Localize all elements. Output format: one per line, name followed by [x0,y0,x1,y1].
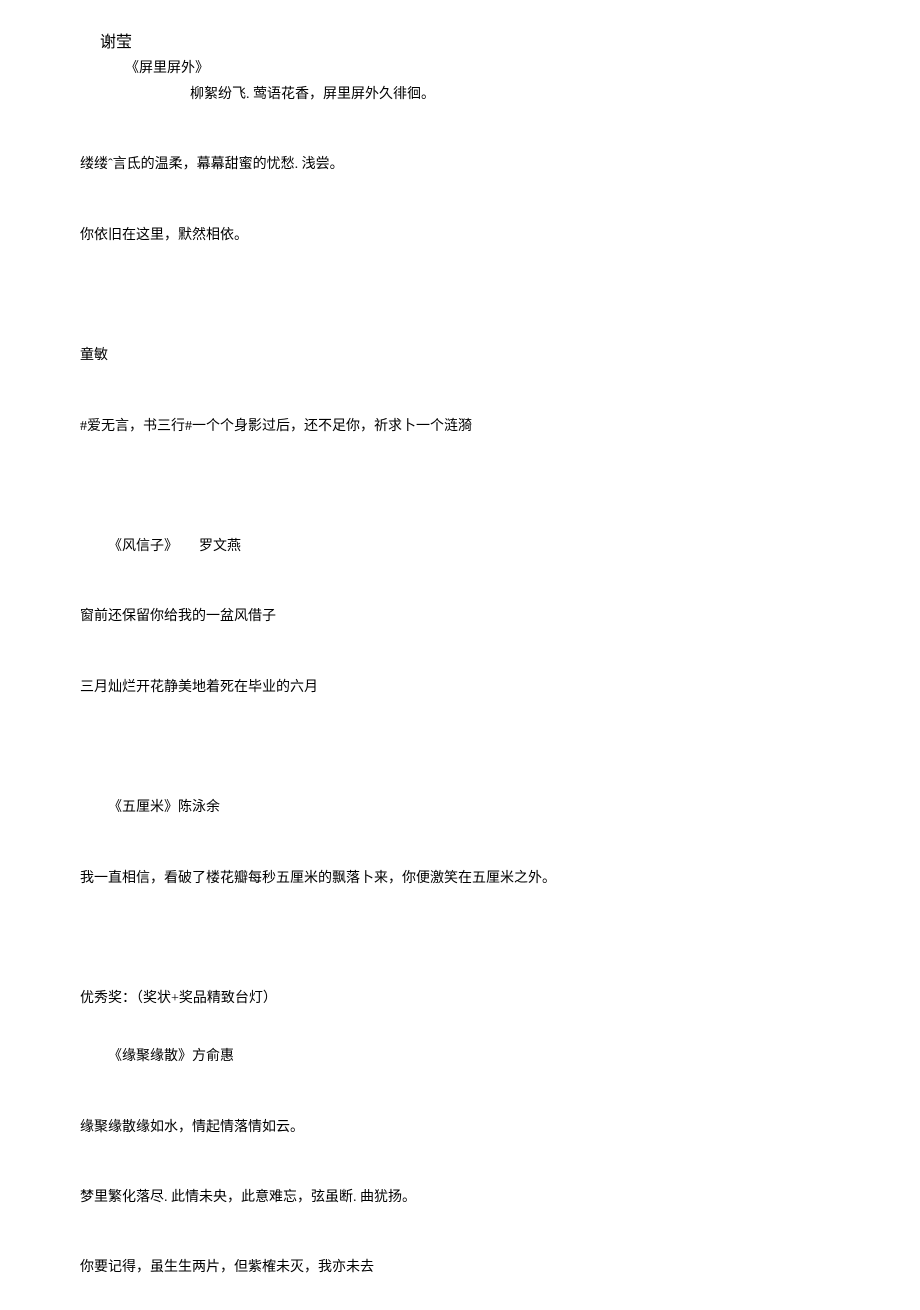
poem3-line2: 三月灿烂开花静美地着死在毕业的六月 [80,677,840,699]
poem3-line1: 窗前还保留你给我的一盆风借子 [80,606,840,628]
poem3-title-author: 《风信子》 罗文燕 [80,536,840,558]
poem4-line1: 我一直相信，看破了楼花瓣每秒五厘米的飘落卜来，你便激笑在五厘米之外。 [80,868,840,890]
award-label: 优秀奖：（奖状+奖品精致台灯） [80,988,840,1010]
poem4-title-author: 《五厘米》陈泳余 [80,797,840,819]
poem1-line2: 缕缕ˆ言氐的温柔，幕幕甜蜜的忧愁. 浅尝。 [80,154,840,176]
poem1-title: 《屏里屏外》 [125,58,840,80]
poem5-title-author: 《缘聚缘散》方俞惠 [80,1046,840,1068]
poem5-line1: 缘聚缘散缘如水，情起情落情如云。 [80,1117,840,1139]
poem2-author: 童敏 [80,345,840,367]
document-content: 谢莹 《屏里屏外》 柳絮纷飞. 莺语花香，屏里屏外久徘徊。 缕缕ˆ言氐的温柔，幕… [80,30,840,1280]
poem5-line3: 你要记得，虽生生两片，但紫榷未灭，我亦未去 [80,1257,840,1279]
poem5-line2: 梦里繁化落尽. 此情未央，此意难忘，弦虽断. 曲犹扬。 [80,1187,840,1209]
poem1-line1: 柳絮纷飞. 莺语花香，屏里屏外久徘徊。 [190,84,840,106]
poem2-line1: #爱无言，书三行#一个个身影过后，还不足你，祈求卜一个涟漪 [80,416,840,438]
poem1-author: 谢莹 [100,30,840,56]
poem1-line3: 你依旧在这里，默然相依。 [80,225,840,247]
